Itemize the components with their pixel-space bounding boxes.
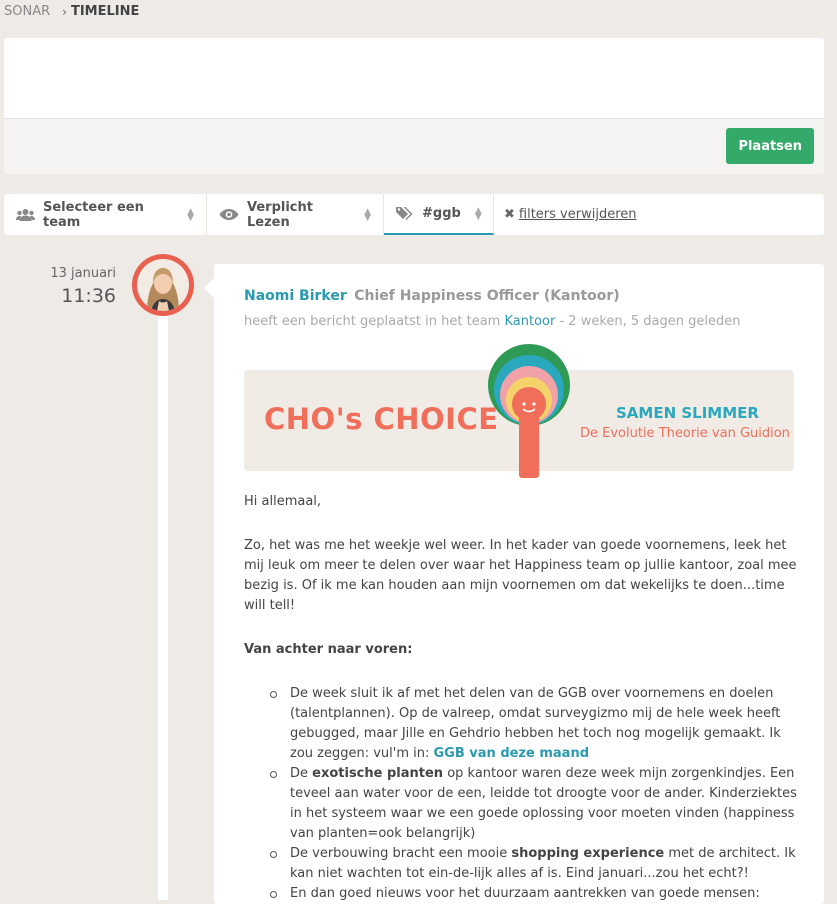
- clear-filters-link[interactable]: ✖ filters verwijderen: [494, 194, 637, 235]
- team-filter[interactable]: Selecteer een team ▲ ▼: [4, 194, 207, 235]
- timeline-line: [158, 300, 168, 900]
- eye-icon: [219, 208, 239, 221]
- post-banner-image: CHO's CHOICE SAMEN SLIMMER De Evolutie T…: [244, 344, 794, 478]
- required-reading-filter[interactable]: Verplicht Lezen ▲ ▼: [207, 194, 384, 235]
- users-icon: [16, 208, 35, 222]
- ggb-link[interactable]: GGB van deze maand: [434, 746, 590, 761]
- post-body: Hi allemaal, Zo, het was me het weekje w…: [244, 492, 800, 904]
- list-item-text: De verbouwing bracht een mooie: [290, 846, 512, 861]
- post-meta: heeft een bericht geplaatst in het team …: [244, 314, 741, 329]
- close-icon: ✖: [504, 207, 515, 222]
- banner-title: CHO's CHOICE: [264, 402, 499, 436]
- composer-footer: Plaatsen: [4, 118, 824, 174]
- meta-suffix: - 2 weken, 5 dagen geleden: [559, 314, 741, 329]
- post-time: 11:36: [61, 285, 116, 307]
- intro-paragraph: Zo, het was me het weekje wel weer. In h…: [244, 538, 797, 613]
- banner-tagline: De Evolutie Theorie van Guidion: [580, 426, 790, 441]
- post-card: Naomi Birker Chief Happiness Officer (Ka…: [204, 264, 824, 904]
- list-item: En dan goed nieuws voor het duurzaam aan…: [270, 884, 800, 904]
- banner-subtitle: SAMEN SLIMMER: [616, 404, 759, 422]
- author-line: Naomi Birker Chief Happiness Officer (Ka…: [244, 288, 620, 304]
- filter-bar: Selecteer een team ▲ ▼ Verplicht Lezen ▲ ▼…: [4, 194, 824, 235]
- sort-icon: ▲ ▼: [187, 206, 194, 223]
- team-link[interactable]: Kantoor: [504, 314, 555, 329]
- meta-prefix: heeft een bericht geplaatst in het team: [244, 314, 501, 329]
- list-item-bold: shopping experience: [511, 846, 665, 861]
- bullet-list: De week sluit ik af met het delen van de…: [244, 684, 800, 904]
- avatar[interactable]: [132, 254, 194, 316]
- required-reading-label: Verplicht Lezen: [247, 199, 313, 230]
- sort-icon: ▲ ▼: [474, 205, 482, 222]
- list-item: De exotische planten op kantoor waren de…: [270, 764, 800, 844]
- breadcrumb-current: TIMELINE: [70, 4, 140, 19]
- breadcrumb-root[interactable]: SONAR: [4, 4, 50, 19]
- breadcrumb: SONAR › TIMELINE: [4, 4, 139, 19]
- avatar-photo: [137, 259, 189, 311]
- post-button[interactable]: Plaatsen: [726, 128, 814, 164]
- list-item: De verbouwing bracht een mooie shopping …: [270, 844, 800, 884]
- post-date: 13 januari 11:36: [40, 266, 116, 307]
- chevron-right-icon: ›: [62, 4, 67, 19]
- list-item-text: En dan goed nieuws voor het duurzaam aan…: [290, 886, 760, 901]
- sort-icon: ▲ ▼: [364, 206, 371, 223]
- author-role: Chief Happiness Officer (Kantoor): [354, 288, 620, 304]
- list-item-bold: exotische planten: [312, 766, 444, 781]
- list-item: De week sluit ik af met het delen van de…: [270, 684, 800, 764]
- tag-filter-label: #ggb: [422, 206, 461, 221]
- tag-icon: [396, 206, 414, 221]
- post-day: 13 januari: [50, 266, 116, 281]
- team-filter-label: Selecteer een team: [43, 199, 144, 230]
- author-name[interactable]: Naomi Birker: [244, 288, 347, 304]
- list-item-text: De: [290, 766, 313, 781]
- greeting: Hi allemaal,: [244, 494, 322, 509]
- post-composer: Plaatsen: [4, 38, 824, 174]
- section-heading: Van achter naar voren:: [244, 642, 413, 657]
- clear-filters-label: filters verwijderen: [518, 207, 637, 222]
- tag-filter[interactable]: #ggb ▲ ▼: [384, 194, 494, 235]
- composer-input[interactable]: [4, 38, 824, 118]
